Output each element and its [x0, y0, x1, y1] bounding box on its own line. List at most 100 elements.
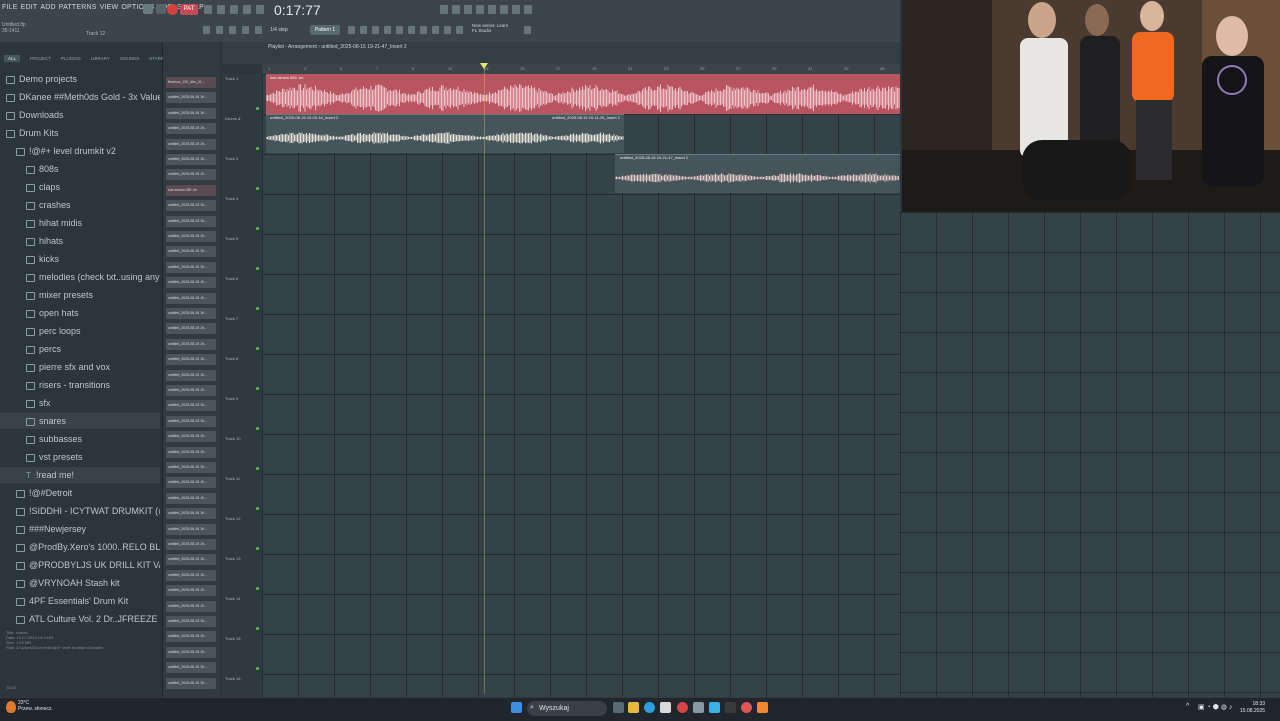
track-name[interactable]: Track 4	[225, 196, 238, 201]
channel-button[interactable]: untitled_2025-08-15 19...	[166, 138, 216, 150]
browser-item[interactable]: vst presets	[0, 449, 160, 465]
track-mute-indicator[interactable]	[256, 107, 259, 110]
menu-item[interactable]: PATTERNS	[59, 4, 97, 11]
windows-start-icon[interactable]	[511, 702, 522, 713]
channel-button[interactable]: untitled_2025-08-15 19...	[166, 446, 216, 458]
browser-item[interactable]: 808s	[0, 161, 160, 177]
channel-button[interactable]: lost dshwa 089 .tm	[166, 184, 216, 196]
channel-button[interactable]: untitled_2025-08-15 19...	[166, 600, 216, 612]
toolbar-tool-icon[interactable]	[464, 5, 472, 14]
toolbar-tool-icon[interactable]	[255, 26, 262, 34]
audio-clip[interactable]	[266, 74, 900, 114]
track-name[interactable]: Track 6	[225, 276, 238, 281]
track-name[interactable]: Track 13	[225, 556, 240, 561]
toolbar-tool-icon[interactable]	[456, 26, 463, 34]
browser-item[interactable]: ATL Culture Vol. 2 Dr..JFREEZE & Mike Fu…	[0, 611, 160, 627]
track-mute-indicator[interactable]	[256, 147, 259, 150]
browser-item[interactable]: claps	[0, 179, 160, 195]
channel-button[interactable]: untitled_2025-08-15 19...	[166, 169, 216, 181]
browser-item[interactable]: perc loops	[0, 323, 160, 339]
toolbar-tool-icon[interactable]	[348, 26, 355, 34]
edge-icon[interactable]	[644, 702, 655, 713]
toolbar-tool-icon[interactable]	[217, 5, 225, 14]
menu-item[interactable]: FILE	[2, 4, 18, 11]
channel-button[interactable]: untitled_2025-08-15 19...	[166, 508, 216, 520]
track-mute-indicator[interactable]	[256, 347, 259, 350]
track-mute-indicator[interactable]	[256, 547, 259, 550]
channel-button[interactable]: untitled_2025-08-15 19...	[166, 431, 216, 443]
track-name[interactable]: Track 8	[225, 356, 238, 361]
browser-item[interactable]: melodies (check txt..using any of these)	[0, 269, 160, 285]
track-mute-indicator[interactable]	[256, 227, 259, 230]
browser-item[interactable]: kicks	[0, 251, 160, 267]
browser-item[interactable]: Drum Kits	[0, 125, 160, 141]
app-icon[interactable]	[693, 702, 704, 713]
toolbar-tool-icon[interactable]	[444, 26, 451, 34]
channel-button[interactable]: untitled_2025-08-15 19...	[166, 523, 216, 535]
channel-button[interactable]: untitled_2025-08-15 19...	[166, 662, 216, 674]
stop-button[interactable]	[156, 4, 166, 14]
toolbar-tool-icon[interactable]	[204, 5, 212, 14]
toolbar-tool-icon[interactable]	[488, 5, 496, 14]
toolbar-tool-icon[interactable]	[243, 5, 251, 14]
browser-item[interactable]: !SIDDHI - ICYTWAT DRUMKIT (@SIMON)	[0, 503, 160, 519]
toolbar-tool-icon[interactable]	[230, 5, 238, 14]
channel-button[interactable]: untitled_2025-08-15 19...	[166, 277, 216, 289]
browser-item[interactable]: @PRODBYLJS UK DRILL KIT VACCINE	[0, 557, 160, 573]
file-explorer-icon[interactable]	[628, 702, 639, 713]
channel-button[interactable]: untitled_2025-08-15 19...	[166, 292, 216, 304]
browser-item[interactable]: crashes	[0, 197, 160, 213]
track-name[interactable]: Track 1	[225, 76, 238, 81]
channel-button[interactable]: untitled_2025-08-15 19...	[166, 123, 216, 135]
channel-button[interactable]: untitled_2025-08-15 19...	[166, 107, 216, 119]
playhead-marker[interactable]	[480, 63, 488, 69]
browser-item[interactable]: mixer presets	[0, 287, 160, 303]
channel-button[interactable]: untitled_2025-08-15 19...	[166, 539, 216, 550]
browser-item[interactable]: ###Newjersey	[0, 521, 160, 537]
app-icon[interactable]	[725, 702, 736, 713]
track-mute-indicator[interactable]	[256, 507, 259, 510]
channel-button[interactable]: Beatscz_152_dfm_01...	[166, 77, 216, 88]
channel-button[interactable]: untitled_2025-08-15 19...	[166, 646, 216, 658]
channel-button[interactable]: untitled_2025-08-15 19...	[166, 585, 216, 597]
toolbar-tool-icon[interactable]	[242, 26, 249, 34]
track-mute-indicator[interactable]	[256, 467, 259, 470]
vscode-icon[interactable]	[709, 702, 720, 713]
pattern-selector[interactable]: Pattern 1	[310, 25, 340, 35]
track-name[interactable]: Track 10	[225, 436, 240, 441]
track-name[interactable]: Track 11	[225, 476, 240, 481]
weather-icon[interactable]	[6, 701, 16, 713]
browser-item[interactable]: sfx	[0, 395, 160, 411]
track-name[interactable]: Track 3	[225, 156, 238, 161]
browser-item[interactable]: DKanee ##Meth0ds Gold - 3x Value Collect…	[0, 89, 160, 105]
browser-item[interactable]: !@#Detroit	[0, 485, 160, 501]
toolbar-tool-icon[interactable]	[408, 26, 415, 34]
tray-icons[interactable]: ▣ ◔ ⬢ ◍ ♪	[1198, 703, 1232, 711]
track-name[interactable]: Track 7	[225, 316, 238, 321]
step-size[interactable]: 1/4 step	[270, 27, 288, 33]
weather-widget[interactable]: 23°C Przew. słonecz.	[18, 700, 53, 712]
channel-button[interactable]: untitled_2025-08-15 19...	[166, 462, 216, 473]
track-mute-indicator[interactable]	[256, 427, 259, 430]
channel-button[interactable]: untitled_2025-08-15 19...	[166, 215, 216, 227]
toolbar-tool-icon[interactable]	[432, 26, 439, 34]
toolbar-tool-icon[interactable]	[216, 26, 223, 34]
track-name[interactable]: Track 5	[225, 236, 238, 241]
channel-button[interactable]: untitled_2025-08-15 19...	[166, 385, 216, 396]
browser-item[interactable]: @VRYNOAH Stash kit	[0, 575, 160, 591]
browser-item[interactable]: Downloads	[0, 107, 160, 123]
channel-button[interactable]: untitled_2025-08-15 19...	[166, 415, 216, 427]
browser-item[interactable]: open hats	[0, 305, 160, 321]
store-icon[interactable]	[660, 702, 671, 713]
channel-button[interactable]: untitled_2025-08-15 19...	[166, 308, 216, 319]
toolbar-tool-icon[interactable]	[512, 5, 520, 14]
toolbar-tool-icon[interactable]	[524, 5, 532, 14]
track-mute-indicator[interactable]	[256, 387, 259, 390]
browser-tab[interactable]: LIBRARY	[91, 56, 110, 61]
toolbar-tool-icon[interactable]	[360, 26, 367, 34]
timeline-ruler[interactable]	[262, 64, 900, 74]
toolbar-tool-icon[interactable]	[384, 26, 391, 34]
channel-button[interactable]: untitled_2025-08-15 19...	[166, 154, 216, 165]
browser-item[interactable]: Demo projects	[0, 71, 160, 87]
channel-button[interactable]: untitled_2025-08-15 19...	[166, 477, 216, 489]
